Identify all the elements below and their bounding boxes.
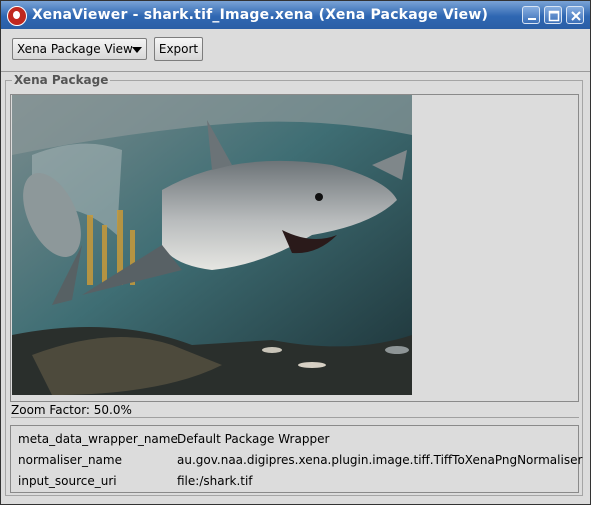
shark-image <box>12 95 412 395</box>
view-select[interactable]: Xena Package View <box>12 38 147 60</box>
maximize-icon <box>548 10 560 22</box>
view-select-value: Xena Package View <box>17 42 133 56</box>
window-title: XenaViewer - shark.tif_Image.xena (Xena … <box>32 7 489 23</box>
metadata-value: file:/shark.tif <box>177 474 253 488</box>
export-button[interactable]: Export <box>154 37 203 61</box>
package-group-label: Xena Package <box>12 73 111 87</box>
metadata-value: au.gov.naa.digipres.xena.plugin.image.ti… <box>177 453 583 467</box>
title-bar[interactable]: XenaViewer - shark.tif_Image.xena (Xena … <box>1 1 590 29</box>
minimize-button[interactable] <box>522 6 540 24</box>
metadata-key: input_source_uri <box>18 474 117 488</box>
chevron-down-icon <box>132 47 142 53</box>
metadata-table: meta_data_wrapper_name Default Package W… <box>10 425 583 493</box>
metadata-key: normaliser_name <box>18 453 122 467</box>
close-icon <box>571 11 581 21</box>
metadata-value: Default Package Wrapper <box>177 432 330 446</box>
app-logo-icon <box>7 6 27 26</box>
metadata-key: meta_data_wrapper_name <box>18 432 178 446</box>
minimize-icon <box>528 18 536 20</box>
zoom-factor: Zoom Factor: 50.0% <box>11 403 579 418</box>
toolbar: Xena Package View Export <box>1 29 590 72</box>
close-button[interactable] <box>566 6 584 24</box>
maximize-button[interactable] <box>544 6 562 24</box>
